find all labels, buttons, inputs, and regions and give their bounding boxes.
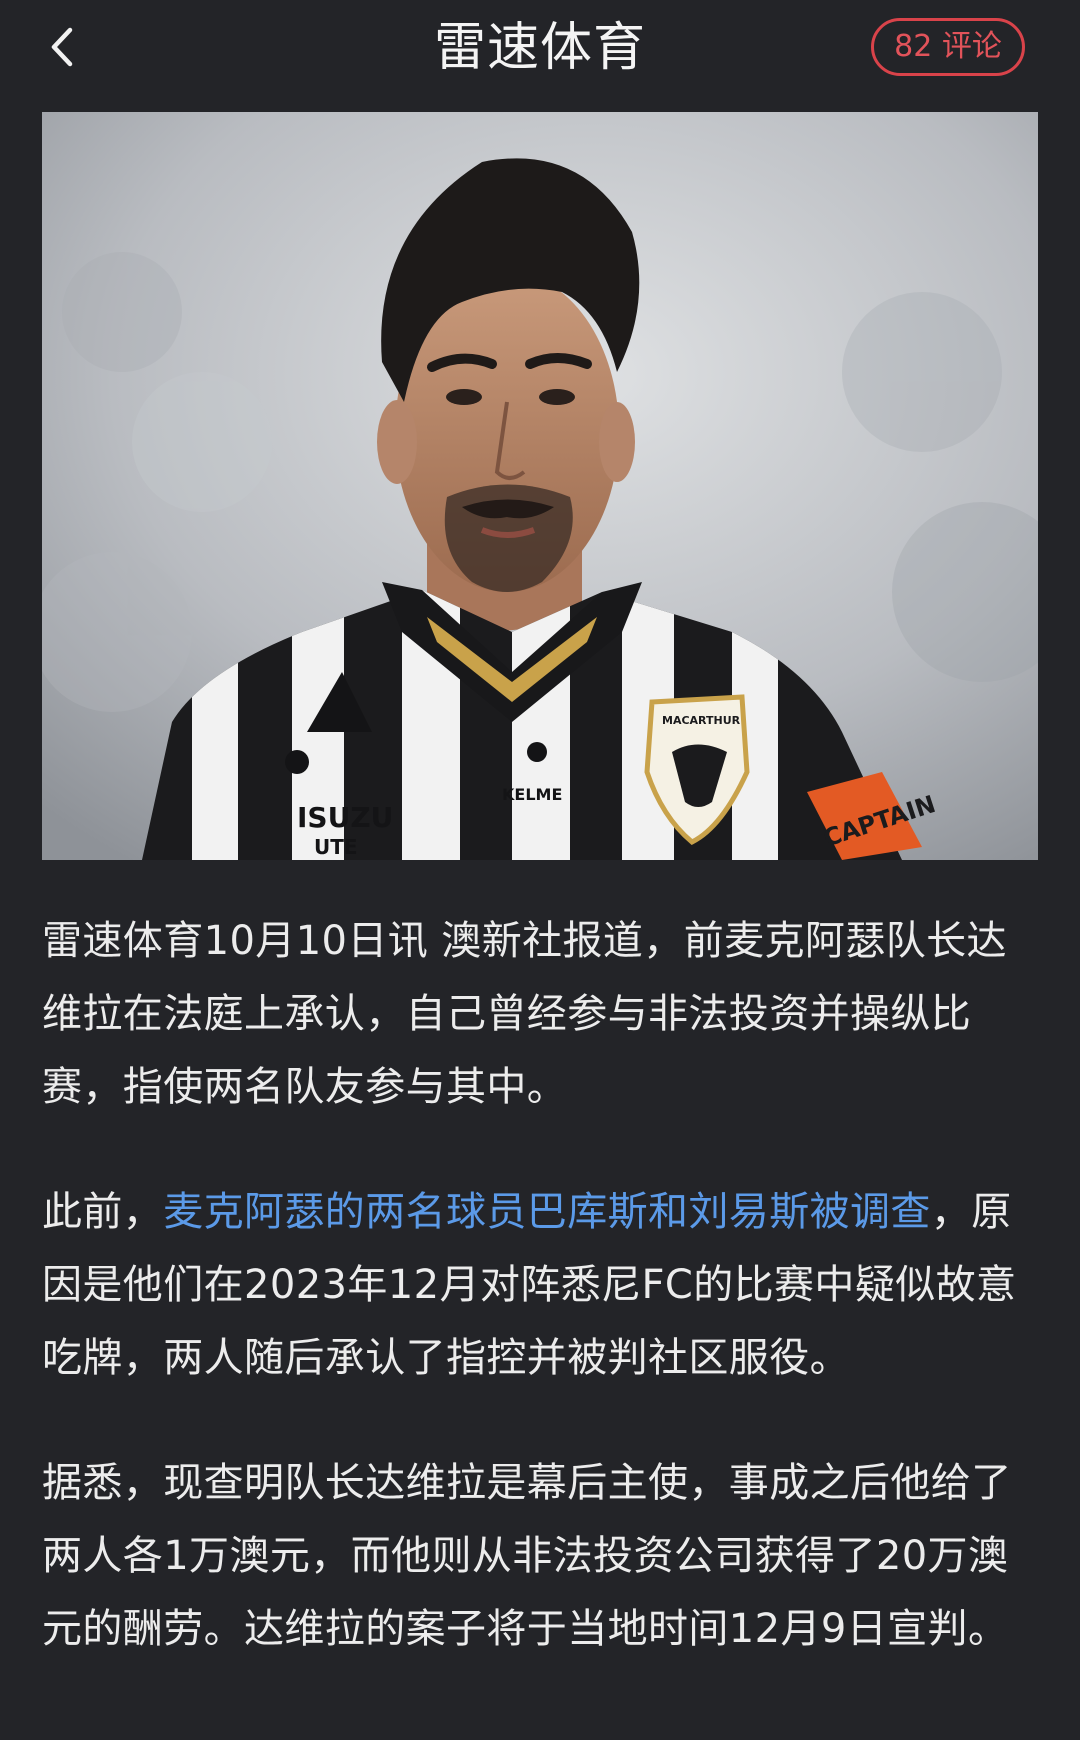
article-paragraph-1: 雷速体育10月10日讯 澳新社报道，前麦克阿瑟队长达维拉在法庭上承认，自己曾经参… — [42, 918, 1007, 1110]
article-body: 雷速体育10月10日讯 澳新社报道，前麦克阿瑟队长达维拉在法庭上承认，自己曾经参… — [42, 905, 1042, 1718]
club-badge-text: MACARTHUR — [662, 714, 741, 727]
paragraph-2-lead: 此前， — [42, 1189, 164, 1235]
article-paragraph-2: 此前，麦克阿瑟的两名球员巴库斯和刘易斯被调查，原因是他们在2023年12月对阵悉… — [42, 1176, 1042, 1395]
article-hero-image: ISUZU UTE KELME MACARTHUR CAPTAIN — [42, 112, 1038, 860]
kit-brand-text: KELME — [502, 785, 562, 804]
top-nav-bar: 雷速体育 82 评论 — [0, 0, 1080, 100]
related-news-link[interactable]: 麦克阿瑟的两名球员巴库斯和刘易斯被调查 — [163, 1189, 931, 1235]
jersey-sponsor-text: ISUZU — [297, 801, 393, 834]
article-paragraph-3: 据悉，现查明队长达维拉是幕后主使，事成之后他给了两人各1万澳元，而他则从非法投资… — [42, 1460, 1012, 1652]
comments-button[interactable]: 82 评论 — [871, 18, 1025, 76]
jersey-sponsor-subtext: UTE — [314, 835, 358, 859]
